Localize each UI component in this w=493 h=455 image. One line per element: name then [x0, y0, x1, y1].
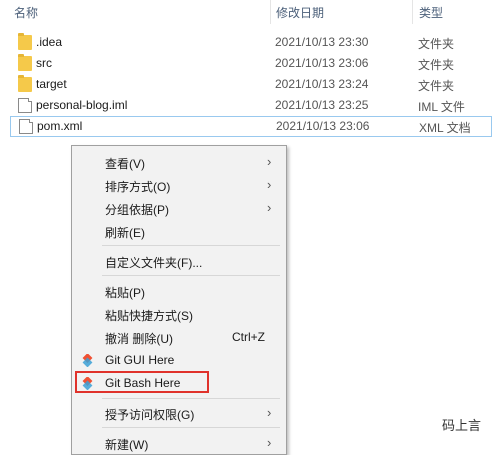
- file-date: 2021/10/13 23:24: [275, 77, 369, 91]
- context-menu: 查看(V) › 排序方式(O) › 分组依据(P) › 刷新(E) 自定义文件夹…: [71, 145, 287, 455]
- menu-item-sort[interactable]: 排序方式(O) ›: [72, 174, 286, 196]
- menu-item-refresh[interactable]: 刷新(E): [72, 220, 286, 242]
- file-type: IML 文件: [418, 100, 465, 114]
- menu-item-label: 授予访问权限(G): [105, 408, 195, 422]
- menu-item-label: 排序方式(O): [105, 180, 171, 194]
- column-type-header[interactable]: 类型: [419, 4, 443, 21]
- menu-item-undo-delete[interactable]: 撤消 删除(U) Ctrl+Z: [72, 326, 286, 348]
- column-divider[interactable]: [270, 0, 271, 24]
- highlight-box: [75, 371, 209, 393]
- folder-icon: [18, 54, 32, 71]
- file-date: 2021/10/13 23:06: [276, 119, 370, 133]
- menu-item-label: 刷新(E): [105, 226, 145, 240]
- chevron-right-icon: ›: [267, 200, 272, 215]
- file-name: src: [36, 56, 52, 70]
- menu-item-label: 粘贴(P): [105, 286, 145, 300]
- file-name: pom.xml: [37, 119, 83, 133]
- menu-item-label: 撤消 删除(U): [105, 332, 173, 346]
- file-row-target[interactable]: target 2021/10/13 23:24 文件夹: [10, 74, 492, 95]
- menu-item-customize-folder[interactable]: 自定义文件夹(F)...: [72, 250, 286, 272]
- folder-icon: [18, 75, 32, 92]
- chevron-right-icon: ›: [267, 405, 272, 420]
- chevron-right-icon: ›: [267, 177, 272, 192]
- menu-item-label: 新建(W): [105, 438, 149, 452]
- menu-item-new[interactable]: 新建(W) ›: [72, 432, 286, 454]
- file-icon: [19, 119, 33, 134]
- chevron-right-icon: ›: [267, 154, 272, 169]
- folder-icon: [18, 33, 32, 50]
- sort-caret-icon: ⌃: [137, 0, 145, 6]
- menu-item-label: 粘贴快捷方式(S): [105, 309, 193, 323]
- menu-item-paste[interactable]: 粘贴(P): [72, 280, 286, 302]
- menu-item-git-gui[interactable]: Git GUI Here: [72, 349, 286, 371]
- menu-item-label: 查看(V): [105, 157, 145, 171]
- file-date: 2021/10/13 23:06: [275, 56, 369, 70]
- menu-item-view[interactable]: 查看(V) ›: [72, 151, 286, 173]
- watermark: 码上言: [441, 418, 481, 433]
- file-type: 文件夹: [418, 37, 455, 51]
- file-type: 文件夹: [418, 79, 455, 93]
- file-icon: [18, 98, 32, 113]
- menu-item-paste-shortcut[interactable]: 粘贴快捷方式(S): [72, 303, 286, 325]
- menu-separator: [102, 398, 280, 399]
- file-name: target: [36, 77, 67, 91]
- file-date: 2021/10/13 23:30: [275, 35, 369, 49]
- file-row-src[interactable]: src 2021/10/13 23:06 文件夹: [10, 53, 492, 74]
- chevron-right-icon: ›: [267, 435, 272, 450]
- file-type: XML 文档: [419, 121, 471, 135]
- menu-item-label: 分组依据(P): [105, 203, 169, 217]
- file-row-pom[interactable]: pom.xml 2021/10/13 23:06 XML 文档: [10, 116, 492, 137]
- menu-item-shortcut: Ctrl+Z: [232, 330, 265, 344]
- column-divider[interactable]: [412, 0, 413, 24]
- file-date: 2021/10/13 23:25: [275, 98, 369, 112]
- git-icon: [82, 354, 93, 367]
- file-name: personal-blog.iml: [36, 98, 128, 112]
- column-header: ⌃ 名称 修改日期 类型: [0, 0, 493, 24]
- file-row-idea[interactable]: .idea 2021/10/13 23:30 文件夹: [10, 32, 492, 53]
- file-row-iml[interactable]: personal-blog.iml 2021/10/13 23:25 IML 文…: [10, 95, 492, 116]
- file-type: 文件夹: [418, 58, 455, 72]
- menu-item-label: 自定义文件夹(F)...: [105, 256, 203, 270]
- menu-separator: [102, 245, 280, 246]
- menu-item-grant-access[interactable]: 授予访问权限(G) ›: [72, 402, 286, 424]
- file-name: .idea: [36, 35, 63, 49]
- menu-separator: [102, 427, 280, 428]
- column-name-header[interactable]: 名称: [14, 4, 38, 21]
- column-date-header[interactable]: 修改日期: [276, 4, 324, 21]
- menu-item-group[interactable]: 分组依据(P) ›: [72, 197, 286, 219]
- menu-separator: [102, 275, 280, 276]
- menu-item-label: Git GUI Here: [105, 353, 175, 367]
